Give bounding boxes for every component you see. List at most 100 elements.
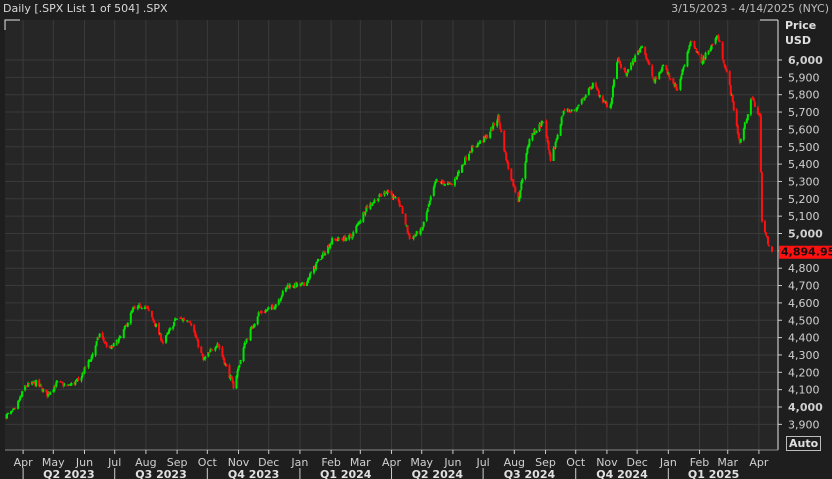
last-price-marker: 4,894.95 xyxy=(779,245,832,259)
candle-body xyxy=(40,385,43,387)
currency-label: USD xyxy=(785,34,811,47)
quarter-label: Q1 2025 xyxy=(688,468,739,479)
candlestick-chart[interactable]: Price USD 3,900 4,000 4,100 4,200 4,300 4,400… xyxy=(0,0,832,479)
candle-body xyxy=(408,234,411,239)
candle-body xyxy=(742,128,745,140)
candle-body xyxy=(668,73,671,78)
candle-body xyxy=(42,389,45,392)
candle-body xyxy=(651,65,654,77)
candle-body xyxy=(563,109,566,111)
time-axis-ticks: Apr May Jun Jul Aug Sep Oct Nov Dec Jan Feb Mar Apr M… xyxy=(14,450,769,479)
quarter-label: Q1 2024 xyxy=(320,468,372,479)
candle-body xyxy=(615,62,618,80)
candle-body xyxy=(352,232,355,237)
candle-body xyxy=(752,98,755,102)
candle-body xyxy=(200,346,203,353)
candle-body xyxy=(547,141,550,150)
candle-body xyxy=(591,82,594,89)
candle-body xyxy=(436,180,439,182)
candle-body xyxy=(197,339,200,347)
y-tick-label: 4,600 xyxy=(788,297,820,310)
candle-body xyxy=(450,184,453,186)
candle-body xyxy=(70,382,73,386)
month-label: Apr xyxy=(749,456,769,469)
candle-body xyxy=(186,320,189,322)
candle-body xyxy=(7,413,10,415)
candle-body xyxy=(526,147,529,154)
candle-body xyxy=(507,162,510,169)
candle-body xyxy=(735,109,738,127)
candle-body xyxy=(422,221,425,227)
candle-body xyxy=(242,347,245,362)
candle-body xyxy=(143,306,146,309)
candle-body xyxy=(612,79,615,87)
candle-body xyxy=(63,384,66,386)
y-tick-label: 4,100 xyxy=(788,384,820,397)
candle-body xyxy=(112,343,115,347)
y-tick-label: 4,200 xyxy=(788,366,820,379)
candle-body xyxy=(317,258,320,262)
candle-body xyxy=(489,132,492,138)
candle-body xyxy=(11,411,14,413)
candle-body xyxy=(309,272,312,274)
y-tick-label: 6,000 xyxy=(788,54,823,67)
candle-body xyxy=(576,106,579,109)
last-price-label: 4,894.95 xyxy=(781,246,832,259)
y-tick-label: 5,600 xyxy=(788,123,820,136)
candle-body xyxy=(169,328,172,330)
candle-body xyxy=(380,194,383,197)
candle-body xyxy=(210,348,213,350)
candle-body xyxy=(554,142,557,148)
candle-body xyxy=(387,191,390,193)
candle-body xyxy=(316,261,319,263)
candle-body xyxy=(35,380,38,386)
y-tick-label: 5,200 xyxy=(788,193,820,206)
candle-body xyxy=(295,283,298,288)
candle-body xyxy=(232,381,235,389)
candle-body xyxy=(267,308,270,310)
candle-body xyxy=(479,140,482,144)
candle-body xyxy=(722,59,725,64)
y-tick-label: 5,400 xyxy=(788,158,820,171)
candle-body xyxy=(256,316,259,325)
candle-body xyxy=(521,179,524,183)
candle-body xyxy=(139,305,142,308)
candle-body xyxy=(315,263,318,270)
quarter-label: Q2 2024 xyxy=(412,468,464,479)
candle-body xyxy=(371,203,374,206)
candle-body xyxy=(764,232,767,236)
candle-body xyxy=(693,41,696,48)
candle-body xyxy=(446,182,449,185)
candle-body xyxy=(249,328,252,341)
candle-body xyxy=(274,304,277,308)
candle-body xyxy=(556,134,559,140)
month-label: Jul xyxy=(475,456,489,469)
y-tick-label: 5,000 xyxy=(788,228,823,241)
candle-body xyxy=(211,349,214,351)
candle-body xyxy=(587,88,590,95)
candle-body xyxy=(682,67,685,71)
month-label: Apr xyxy=(14,456,34,469)
candle-body xyxy=(514,186,517,193)
candle-body xyxy=(513,185,516,187)
candle-body xyxy=(686,52,689,67)
candle-body xyxy=(28,383,31,385)
candle-body xyxy=(80,377,83,381)
candle-body xyxy=(542,121,545,123)
month-label: Oct xyxy=(566,456,586,469)
candle-body xyxy=(562,110,565,115)
candle-body xyxy=(729,85,732,95)
y-tick-label: 4,500 xyxy=(788,314,820,327)
candle-body xyxy=(246,338,249,340)
candle-body xyxy=(238,365,241,368)
candle-body xyxy=(105,343,108,347)
auto-scale-button[interactable]: Auto xyxy=(786,436,822,451)
candle-body xyxy=(620,64,623,68)
candle-body xyxy=(500,129,503,132)
candle-body xyxy=(766,236,769,245)
candle-body xyxy=(432,187,435,196)
candle-body xyxy=(535,130,538,134)
quarter-label: Q3 2024 xyxy=(504,468,556,479)
quarter-label: Q4 2024 xyxy=(596,468,648,479)
candle-body xyxy=(74,381,77,385)
